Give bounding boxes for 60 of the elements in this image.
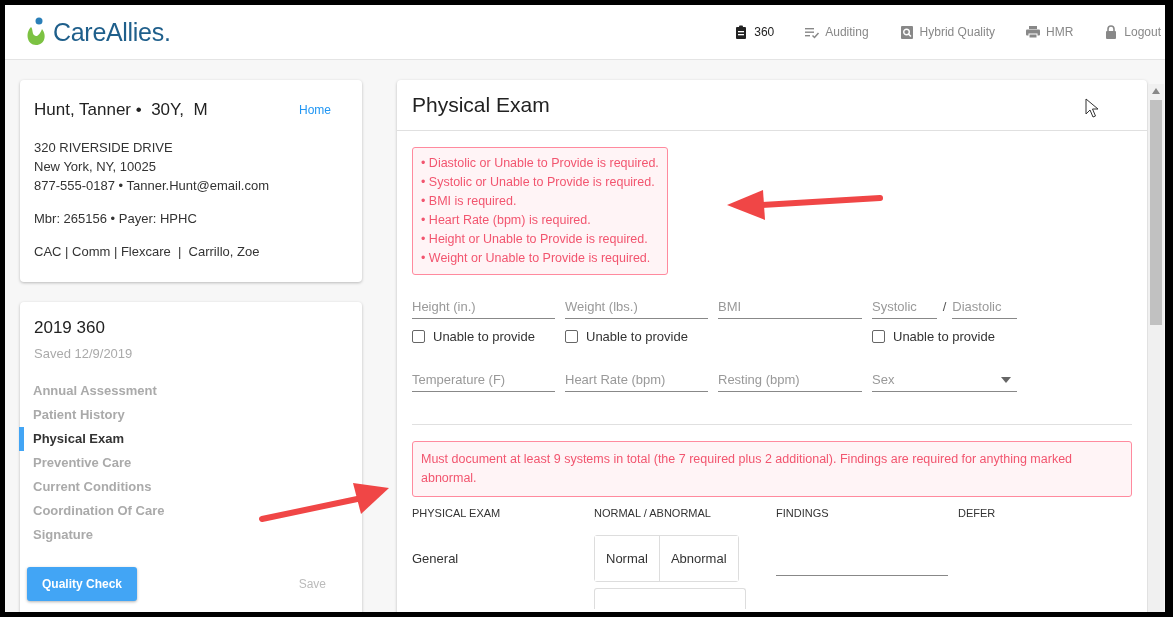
section-link[interactable]: Physical Exam [19,427,139,451]
address-line: New York, NY, 10025 [34,158,157,176]
nav-link[interactable]: Auditing [804,24,869,40]
section-link[interactable]: Annual Assessment [19,379,171,403]
column-header: PHYSICAL EXAM [412,507,502,519]
error-message: • Height or Unable to Provide is required. [421,231,649,248]
magnifier-icon [898,24,915,40]
address-line: 877-555-0187 • Tanner.Hunt@email.com [34,177,271,195]
address-line: 320 RIVERSIDE DRIVE [34,139,174,157]
toggle-group[interactable] [594,588,746,609]
member-info: Mbr: 265156 • Payer: HPHC [34,210,198,228]
input-field[interactable]: BMI [718,297,862,319]
column-header: DEFER [958,507,997,519]
column-header: NORMAL / ABNORMAL [594,507,712,519]
scrollbar[interactable] [1148,84,1164,612]
nav-link[interactable]: Hybrid Quality [898,24,995,40]
assessment-title: 2019 360 [33,318,106,338]
section-link[interactable]: Current Conditions [19,475,166,499]
system-name: General [412,551,460,566]
checkbox[interactable] [565,330,578,343]
caret-icon [1001,376,1011,383]
error-message: • Systolic or Unable to Provide is required. [421,174,656,191]
printer-icon [1024,24,1041,40]
checkbox[interactable] [872,330,885,343]
nav-link[interactable]: Logout [1103,24,1161,40]
section-link[interactable]: Preventive Care [19,451,146,475]
input-field[interactable]: Height (in.) [412,297,555,319]
select-field[interactable]: Sex [872,370,1017,392]
error-message: • Heart Rate (bpm) is required. [421,212,592,229]
patient-name: Hunt, Tanner • 30Y, M [34,100,208,120]
nav-link[interactable]: HMR [1024,24,1074,40]
separator: / [942,299,947,316]
nav-link[interactable]: 360 [733,24,775,40]
saved-date: Saved 12/9/2019 [33,346,134,361]
toggle-option[interactable]: Abnormal [658,536,738,581]
column-header: FINDINGS [776,507,830,519]
plan-info: CAC | Comm | Flexcare | Carrillo, Zoe [34,243,261,261]
error-message: • Diastolic or Unable to Provide is required. [421,155,659,172]
logo-text: CareAllies. [53,17,171,47]
exam-title: Physical Exam [412,93,550,117]
input-field[interactable]: Resting (bpm) [718,370,862,392]
input-field[interactable]: Temperature (F) [412,370,555,392]
checkbox-label: Unable to provide [586,329,688,344]
input-field[interactable]: Weight (lbs.) [565,297,708,319]
checkbox-label: Unable to provide [433,329,535,344]
section-link[interactable]: Coordination Of Care [19,499,179,523]
error-message: • Weight or Unable to Provide is required. [421,250,652,267]
quality-check-button[interactable]: Quality Check [27,567,138,601]
input-field[interactable]: Heart Rate (bpm) [565,370,708,392]
error-message: • BMI is required. [421,193,518,210]
checkbox-label: Unable to provide [893,329,995,344]
input-field[interactable]: Diastolic [952,297,1017,319]
checkbox[interactable] [412,330,425,343]
scroll-up-icon[interactable] [1152,88,1160,94]
notice-message: Must document at least 9 systems in total (the 7 required plus 2 additional). Findings are required for anything marked abnormal. [412,441,1132,497]
input-field[interactable]: Systolic [872,297,937,319]
cursor-icon [1085,98,1099,118]
section-link[interactable]: Patient History [19,403,139,427]
section-link[interactable]: Signature [19,523,107,547]
home-link[interactable]: Home [299,103,331,117]
